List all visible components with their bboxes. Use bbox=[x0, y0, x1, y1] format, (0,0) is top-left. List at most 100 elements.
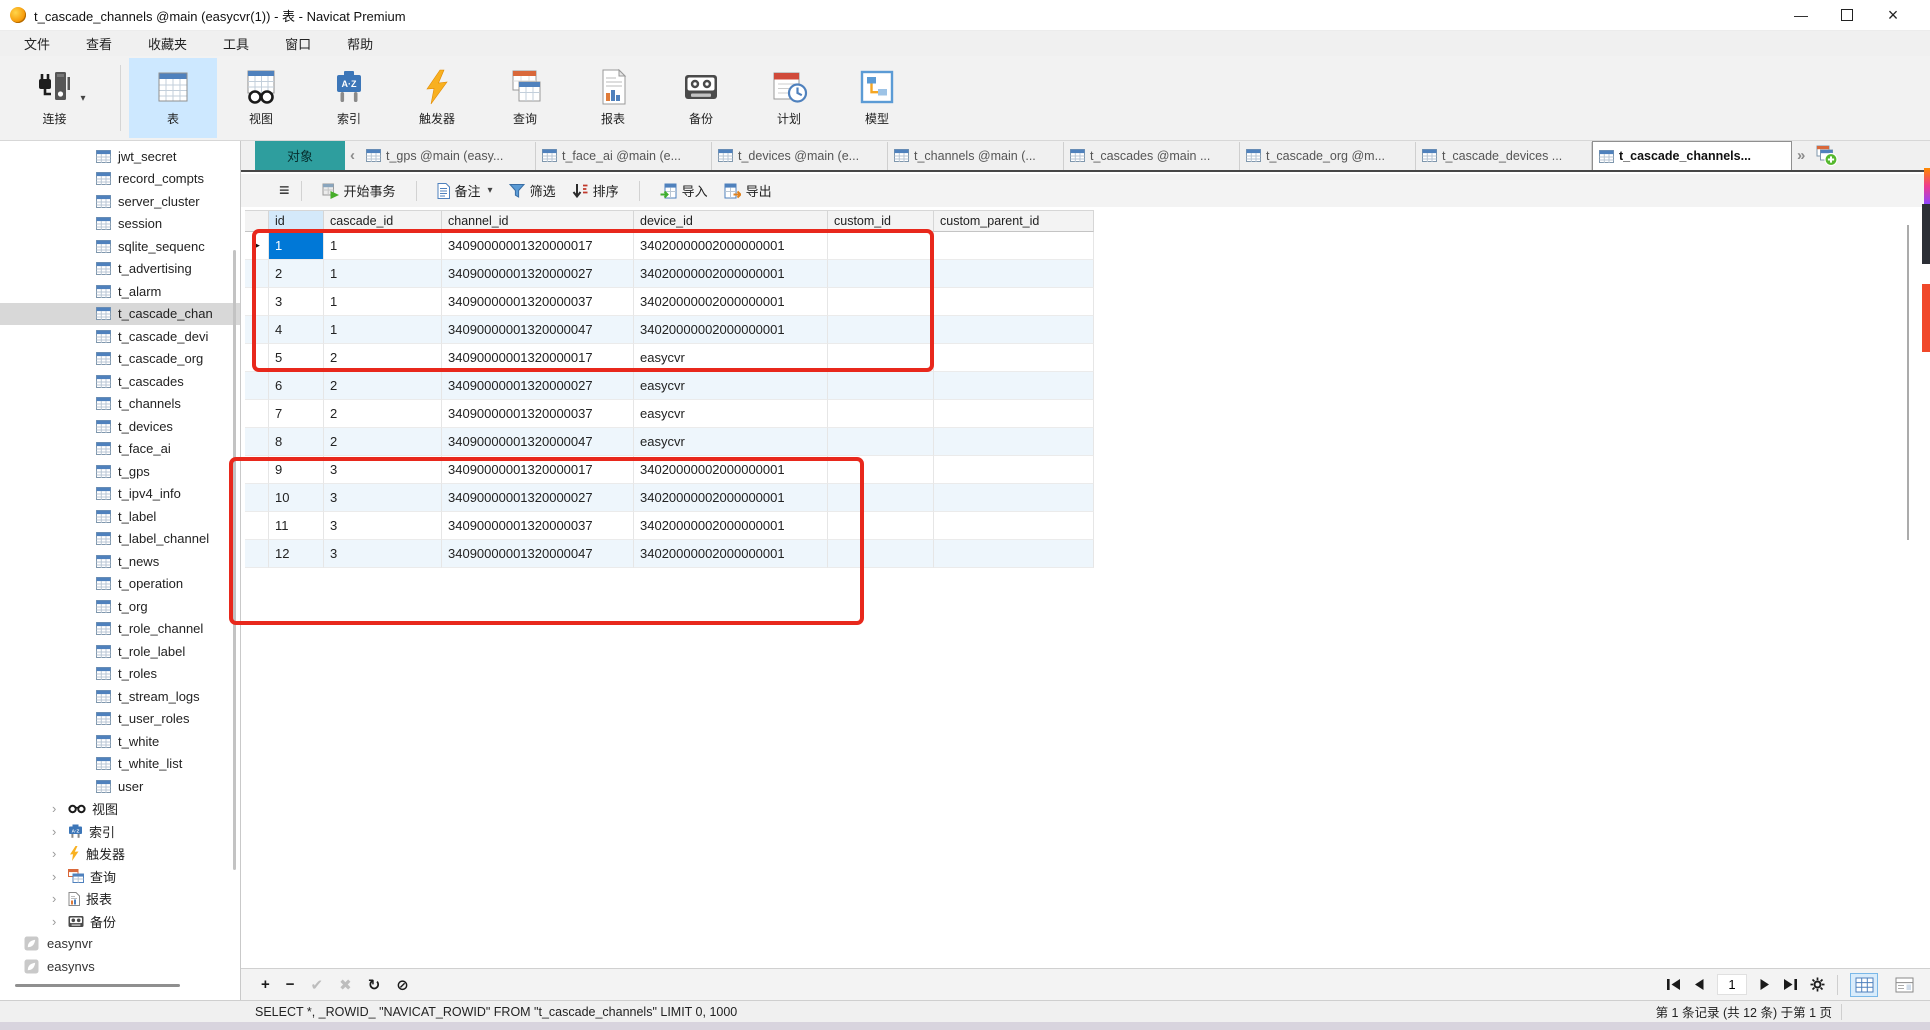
sidebar-table-t_face_ai[interactable]: t_face_ai bbox=[0, 438, 240, 461]
sidebar-table-t_label_channel[interactable]: t_label_channel bbox=[0, 528, 240, 551]
sidebar-group-触发器[interactable]: › 触发器 bbox=[0, 843, 240, 866]
toolbar-button-trigger[interactable]: 触发器 bbox=[393, 58, 481, 138]
cell[interactable]: 2 bbox=[324, 400, 442, 428]
cell[interactable] bbox=[828, 260, 934, 288]
menu-favorites[interactable]: 收藏夹 bbox=[130, 31, 205, 56]
cell[interactable]: 34020000002000000001 bbox=[634, 232, 828, 260]
menu-window[interactable]: 窗口 bbox=[267, 31, 329, 56]
tab-1[interactable]: t_gps @main (easy... bbox=[360, 141, 536, 170]
menu-view[interactable]: 查看 bbox=[68, 31, 130, 56]
maximize-button[interactable] bbox=[1824, 0, 1870, 30]
cell[interactable]: 34090000001320000017 bbox=[442, 344, 634, 372]
cell[interactable]: 34020000002000000001 bbox=[634, 456, 828, 484]
add-record-button[interactable]: + bbox=[261, 976, 270, 993]
sidebar-table-t_role_channel[interactable]: t_role_channel bbox=[0, 618, 240, 641]
cell[interactable]: 34090000001320000017 bbox=[442, 456, 634, 484]
sidebar-table-user[interactable]: user bbox=[0, 775, 240, 798]
row-gutter[interactable] bbox=[245, 288, 269, 316]
sidebar-table-t_ipv4_info[interactable]: t_ipv4_info bbox=[0, 483, 240, 506]
cell[interactable] bbox=[828, 540, 934, 568]
sidebar-table-t_gps[interactable]: t_gps bbox=[0, 460, 240, 483]
connection-button[interactable]: 连接 ▾ bbox=[8, 58, 112, 138]
column-header-cascade_id[interactable]: cascade_id bbox=[324, 210, 442, 232]
sidebar-table-t_org[interactable]: t_org bbox=[0, 595, 240, 618]
cell[interactable]: 12 bbox=[269, 540, 324, 568]
sidebar-table-t_alarm[interactable]: t_alarm bbox=[0, 280, 240, 303]
toolbar-button-index[interactable]: A·Z 索引 bbox=[305, 58, 393, 138]
column-header-id[interactable]: id bbox=[269, 210, 324, 232]
cell[interactable]: 11 bbox=[269, 512, 324, 540]
tab-2[interactable]: t_face_ai @main (e... bbox=[536, 141, 712, 170]
row-gutter[interactable] bbox=[245, 428, 269, 456]
column-header-custom_parent_id[interactable]: custom_parent_id bbox=[934, 210, 1094, 232]
cell[interactable]: 34090000001320000017 bbox=[442, 232, 634, 260]
sidebar-table-t_cascade_chan[interactable]: t_cascade_chan bbox=[0, 302, 240, 325]
cell[interactable]: 34090000001320000037 bbox=[442, 400, 634, 428]
cell[interactable] bbox=[828, 400, 934, 428]
sidebar-table-t_news[interactable]: t_news bbox=[0, 550, 240, 573]
scroll-tabs-left-icon[interactable]: ‹ bbox=[345, 147, 360, 164]
cell[interactable]: 10 bbox=[269, 484, 324, 512]
discard-changes-button[interactable]: ✖ bbox=[339, 976, 352, 994]
cell[interactable]: 4 bbox=[269, 316, 324, 344]
cell[interactable]: 34020000002000000001 bbox=[634, 260, 828, 288]
row-gutter[interactable] bbox=[245, 484, 269, 512]
sidebar-group-视图[interactable]: › 视图 bbox=[0, 798, 240, 821]
new-tab-button[interactable] bbox=[1816, 145, 1838, 166]
sidebar-table-session[interactable]: session bbox=[0, 213, 240, 236]
cell[interactable] bbox=[934, 260, 1094, 288]
sidebar-table-t_role_label[interactable]: t_role_label bbox=[0, 640, 240, 663]
row-gutter[interactable] bbox=[245, 512, 269, 540]
sidebar-group-索引[interactable]: › A·Z 索引 bbox=[0, 820, 240, 843]
sidebar-connection-easynvr[interactable]: easynvr bbox=[0, 933, 240, 956]
cell[interactable]: 2 bbox=[324, 372, 442, 400]
menu-file[interactable]: 文件 bbox=[6, 31, 68, 56]
sidebar-table-t_stream_logs[interactable]: t_stream_logs bbox=[0, 685, 240, 708]
sidebar-table-t_cascade_org[interactable]: t_cascade_org bbox=[0, 348, 240, 371]
cell[interactable]: 34090000001320000027 bbox=[442, 260, 634, 288]
sidebar-table-t_devices[interactable]: t_devices bbox=[0, 415, 240, 438]
sidebar-table-record_compts[interactable]: record_compts bbox=[0, 168, 240, 191]
page-number-input[interactable] bbox=[1717, 974, 1747, 995]
row-gutter[interactable] bbox=[245, 260, 269, 288]
cell[interactable] bbox=[828, 484, 934, 512]
cell[interactable]: 34090000001320000037 bbox=[442, 512, 634, 540]
tab-7[interactable]: t_cascade_devices ... bbox=[1416, 141, 1592, 170]
sidebar-table-t_roles[interactable]: t_roles bbox=[0, 663, 240, 686]
cell[interactable]: 34020000002000000001 bbox=[634, 484, 828, 512]
cell[interactable]: 1 bbox=[324, 288, 442, 316]
begin-transaction-button[interactable]: 开始事务 bbox=[314, 181, 404, 200]
cell[interactable]: 8 bbox=[269, 428, 324, 456]
prev-page-button[interactable] bbox=[1693, 978, 1705, 991]
cell[interactable] bbox=[934, 344, 1094, 372]
toolbar-button-query[interactable]: 查询 bbox=[481, 58, 569, 138]
cell[interactable]: 5 bbox=[269, 344, 324, 372]
sidebar-connection-easynvs[interactable]: easynvs bbox=[0, 955, 240, 978]
cell[interactable]: 1 bbox=[324, 232, 442, 260]
sidebar-table-sqlite_sequenc[interactable]: sqlite_sequenc bbox=[0, 235, 240, 258]
cell[interactable]: 3 bbox=[324, 512, 442, 540]
import-button[interactable]: 导入 bbox=[652, 181, 716, 200]
apply-changes-button[interactable]: ✔ bbox=[311, 976, 324, 994]
grid-view-toggle[interactable] bbox=[1850, 972, 1878, 997]
tab-8[interactable]: t_cascade_channels... bbox=[1592, 141, 1792, 170]
column-header-custom_id[interactable]: custom_id bbox=[828, 210, 934, 232]
cell[interactable]: easycvr bbox=[634, 400, 828, 428]
cell[interactable] bbox=[828, 288, 934, 316]
row-gutter[interactable]: ▶ bbox=[245, 232, 269, 260]
row-gutter[interactable] bbox=[245, 400, 269, 428]
page-settings-gear-icon[interactable] bbox=[1810, 977, 1825, 992]
row-gutter[interactable] bbox=[245, 540, 269, 568]
sidebar-table-server_cluster[interactable]: server_cluster bbox=[0, 190, 240, 213]
grid-vertical-scrollbar[interactable] bbox=[1907, 225, 1909, 540]
cell[interactable]: 34090000001320000047 bbox=[442, 428, 634, 456]
menu-tools[interactable]: 工具 bbox=[205, 31, 267, 56]
sidebar-horizontal-scrollbar[interactable] bbox=[15, 984, 180, 987]
row-gutter[interactable] bbox=[245, 316, 269, 344]
cell[interactable] bbox=[934, 372, 1094, 400]
sidebar-table-t_advertising[interactable]: t_advertising bbox=[0, 258, 240, 281]
tab-3[interactable]: t_devices @main (e... bbox=[712, 141, 888, 170]
cell[interactable] bbox=[934, 456, 1094, 484]
export-button[interactable]: 导出 bbox=[716, 181, 780, 200]
sidebar-table-t_cascade_devi[interactable]: t_cascade_devi bbox=[0, 325, 240, 348]
